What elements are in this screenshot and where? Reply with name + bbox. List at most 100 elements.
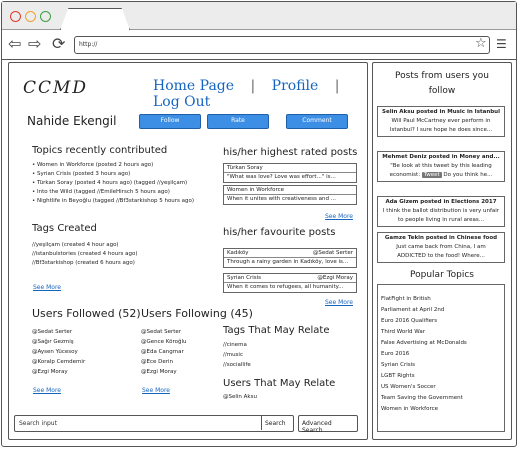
main-nav: Home Page | Profile | Log Out bbox=[147, 78, 367, 110]
title-bar bbox=[2, 2, 516, 30]
following-count: (45) bbox=[230, 307, 253, 320]
post-body: Just came back from China, I am ADDICTED… bbox=[396, 244, 486, 259]
post-header[interactable]: Mehmet Deniz posted in Money and... bbox=[382, 153, 500, 162]
post-topic[interactable]: Syrian Crisis bbox=[227, 274, 261, 282]
tags-created-list: //yeşilçam (created 4 hour ago) //istanb… bbox=[32, 241, 222, 268]
user-link[interactable]: @Koralp Cemdemir bbox=[32, 357, 132, 367]
tag-item[interactable]: //istanbulstories (created 4 hours ago) bbox=[32, 250, 222, 259]
post-header[interactable]: Ada Gizem posted in Elections 2017 bbox=[382, 198, 500, 207]
popular-topic-item[interactable]: False Advertising at McDonalds bbox=[381, 338, 501, 349]
favourite-card-header: Syrian Crisis @Ezgi Moray bbox=[224, 274, 356, 283]
maximize-window-icon[interactable] bbox=[40, 11, 51, 22]
popular-topic-item[interactable]: FlatFight in British bbox=[381, 294, 501, 305]
tag-link[interactable]: //music bbox=[223, 350, 343, 360]
following-see-more-link[interactable]: See More bbox=[142, 387, 170, 394]
favourite-card[interactable]: Kadıköy @Sedat Serter Through a rainy ga… bbox=[223, 248, 357, 268]
nav-logout-link[interactable]: Log Out bbox=[153, 94, 210, 110]
popular-topic-item[interactable]: Euro 2016 bbox=[381, 349, 501, 360]
users-relate-list: @Selin Aksu bbox=[223, 393, 343, 402]
sidebar-post[interactable]: Selin Aksu posted in Music in Istanbul W… bbox=[377, 106, 505, 137]
topic-item[interactable]: • Into the Wild (tagged //EmileHirsch 5 … bbox=[32, 188, 232, 197]
main-panel: CCMD Home Page | Profile | Log Out Nahid… bbox=[8, 62, 368, 440]
tag-link[interactable]: //cinema bbox=[223, 340, 343, 350]
popular-topic-item[interactable]: Parliament at April 2nd bbox=[381, 305, 501, 316]
highest-rated-heading: his/her highest rated posts bbox=[223, 147, 358, 158]
post-author[interactable]: @Ezgi Moray bbox=[317, 274, 353, 282]
tags-relate-list: //cinema //music //sociallife bbox=[223, 340, 343, 370]
user-link[interactable]: @Sedat Serter bbox=[32, 327, 132, 337]
post-excerpt: Through a rainy garden in Kadıköy, love … bbox=[227, 259, 349, 265]
site-logo[interactable]: CCMD bbox=[23, 78, 88, 98]
followed-see-more-link[interactable]: See More bbox=[33, 387, 61, 394]
favourite-see-more-link[interactable]: See More bbox=[325, 299, 353, 306]
topics-heading: Topics recently contributed bbox=[32, 145, 168, 156]
tags-see-more-link[interactable]: See More bbox=[33, 284, 61, 291]
tag-item[interactable]: //Bf3starkishop (created 6 hours ago) bbox=[32, 259, 222, 268]
close-window-icon[interactable] bbox=[10, 11, 21, 22]
minimize-window-icon[interactable] bbox=[25, 11, 36, 22]
user-link[interactable]: @Aysen Yücesoy bbox=[32, 347, 132, 357]
tweet-tag[interactable]: Tweet bbox=[421, 172, 442, 178]
post-topic[interactable]: Kadıköy bbox=[227, 249, 249, 257]
post-topic[interactable]: Türkan Soray bbox=[224, 164, 356, 173]
post-header[interactable]: Selin Aksu posted in Music in Istanbul bbox=[382, 108, 500, 117]
user-link[interactable]: @Selin Aksu bbox=[223, 393, 343, 402]
popular-topic-item[interactable]: Team Saving the Government bbox=[381, 393, 501, 404]
popular-topic-item[interactable]: Third World War bbox=[381, 327, 501, 338]
nav-separator: | bbox=[250, 78, 256, 94]
popular-topics-heading: Popular Topics bbox=[410, 270, 474, 280]
topic-item[interactable]: • Nightlife in Beyoğlu (tagged //Bf3star… bbox=[32, 197, 232, 206]
browser-tab[interactable] bbox=[60, 8, 130, 30]
post-body: Will Paul McCartney ever perform in Ista… bbox=[389, 118, 493, 133]
nav-profile-link[interactable]: Profile bbox=[272, 78, 319, 94]
post-topic[interactable]: Women in Workforce bbox=[224, 186, 356, 195]
nav-home-link[interactable]: Home Page bbox=[153, 78, 234, 94]
popular-topic-item[interactable]: Syrian Crisis bbox=[381, 360, 501, 371]
highest-rated-see-more-link[interactable]: See More bbox=[325, 213, 353, 220]
sidebar-post[interactable]: Mehmet Deniz posted in Money and... "Be … bbox=[377, 151, 505, 182]
followed-list: @Sedat Serter @Sağır Gezmiş @Aysen Yüces… bbox=[32, 327, 132, 377]
post-author[interactable]: @Sedat Serter bbox=[313, 249, 353, 257]
topic-item[interactable]: • Syrian Crisis (posted 3 hours ago) bbox=[32, 170, 232, 179]
tag-link[interactable]: //sociallife bbox=[223, 360, 343, 370]
reload-icon[interactable]: ⟳ bbox=[52, 35, 65, 53]
popular-topic-item[interactable]: US Women's Soccer bbox=[381, 382, 501, 393]
post-header[interactable]: Gamze Tekin posted in Chinese food bbox=[382, 234, 500, 243]
sidebar-post[interactable]: Gamze Tekin posted in Chinese food Just … bbox=[377, 232, 505, 263]
highest-rated-card[interactable]: Women in Workforce When it unites with c… bbox=[223, 185, 357, 205]
topic-item[interactable]: • Türkan Soray (posted 4 hours ago) (tag… bbox=[32, 179, 232, 188]
back-arrow-icon[interactable]: ⇦ bbox=[8, 35, 21, 53]
tag-item[interactable]: //yeşilçam (created 4 hour ago) bbox=[32, 241, 222, 250]
popular-topics-box: FlatFight in British Parliament at April… bbox=[377, 284, 505, 432]
users-followed-heading: Users Followed (52) bbox=[32, 307, 141, 320]
popular-topic-item[interactable]: Euro 2016 Qualifiers bbox=[381, 316, 501, 327]
menu-icon[interactable]: ☰ bbox=[496, 35, 507, 53]
address-bar[interactable]: http:// bbox=[74, 36, 490, 54]
bookmark-star-icon[interactable]: ☆ bbox=[475, 35, 487, 53]
topic-item[interactable]: • Women in Workforce (posted 2 hours ago… bbox=[32, 161, 232, 170]
popular-topic-item[interactable]: LGBT Rights bbox=[381, 371, 501, 382]
browser-toolbar: ⇦ ⇨ ⟳ http:// ☆ ☰ bbox=[2, 30, 516, 60]
advanced-search-button[interactable]: Advanced Search bbox=[298, 415, 358, 434]
highest-rated-card[interactable]: Türkan Soray "What was love? Love was ef… bbox=[223, 163, 357, 183]
user-link[interactable]: @Sağır Gezmiş bbox=[32, 337, 132, 347]
users-following-heading: Users Following (45) bbox=[141, 307, 253, 320]
tags-created-heading: Tags Created bbox=[32, 223, 97, 234]
follow-button[interactable]: Follow bbox=[139, 114, 201, 129]
user-link[interactable]: @Ezgi Moray bbox=[32, 367, 132, 377]
sidebar-heading: Posts from users you follow bbox=[395, 71, 489, 96]
search-input[interactable]: Search input bbox=[19, 420, 57, 427]
search-button[interactable]: Search bbox=[261, 416, 293, 430]
post-excerpt: "What was love? Love was effort..." is..… bbox=[227, 174, 336, 180]
post-body: "Be look at this tweet by this leading e… bbox=[389, 163, 493, 178]
topics-list: • Women in Workforce (posted 2 hours ago… bbox=[32, 161, 232, 206]
search-bar: Search input Search bbox=[14, 415, 294, 432]
popular-topic-item[interactable]: Women in Workforce bbox=[381, 404, 501, 415]
rate-button[interactable]: Rate bbox=[207, 114, 269, 129]
favourite-card[interactable]: Syrian Crisis @Ezgi Moray When it comes … bbox=[223, 273, 357, 293]
nav-separator: | bbox=[334, 78, 340, 94]
comment-button[interactable]: Comment bbox=[286, 114, 348, 129]
forward-arrow-icon[interactable]: ⇨ bbox=[28, 35, 41, 53]
sidebar-post[interactable]: Ada Gizem posted in Elections 2017 I thi… bbox=[377, 196, 505, 227]
followed-count: (52) bbox=[118, 307, 141, 320]
